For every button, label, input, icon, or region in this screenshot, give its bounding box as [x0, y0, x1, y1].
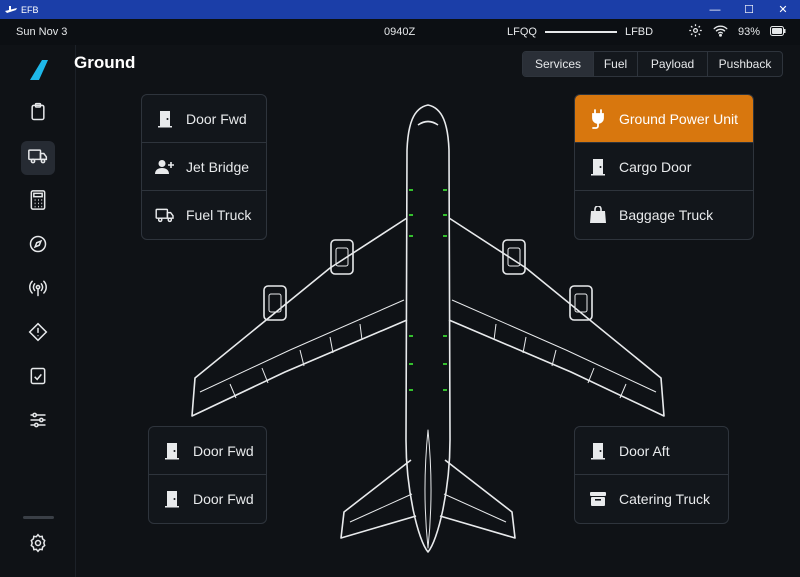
services-panel-top-left: Door Fwd Jet Bridge Fuel Truck — [141, 94, 267, 240]
service-label: Ground Power Unit — [619, 110, 739, 127]
services-panel-bottom-left: Door Fwd Door Fwd — [148, 426, 267, 524]
service-door-fwd[interactable]: Door Fwd — [142, 95, 266, 143]
service-cargo-door[interactable]: Cargo Door — [575, 143, 753, 191]
service-label: Catering Truck — [619, 491, 711, 507]
door-markers — [409, 189, 447, 391]
services-panel-bottom-right: Door Aft Catering Truck — [574, 426, 729, 524]
service-ground-power-unit[interactable]: Ground Power Unit — [575, 95, 753, 143]
service-fuel-truck[interactable]: Fuel Truck — [142, 191, 266, 239]
catering-box-icon — [588, 489, 608, 509]
service-label: Cargo Door — [619, 158, 692, 175]
plug-icon — [588, 108, 608, 129]
door-icon — [155, 109, 175, 129]
door-icon — [588, 157, 608, 177]
services-panel-top-right: Ground Power Unit Cargo Door Baggage Tru… — [574, 94, 754, 240]
door-icon — [588, 441, 608, 461]
service-label: Door Aft — [619, 442, 670, 459]
service-door-fwd[interactable]: Door Fwd — [149, 427, 266, 475]
service-door-fwd[interactable]: Door Fwd — [149, 475, 266, 523]
door-icon — [162, 489, 182, 509]
service-door-aft[interactable]: Door Aft — [575, 427, 728, 475]
service-jet-bridge[interactable]: Jet Bridge — [142, 143, 266, 191]
service-label: Door Fwd — [193, 442, 254, 459]
service-catering-truck[interactable]: Catering Truck — [575, 475, 728, 523]
service-label: Door Fwd — [193, 491, 254, 507]
truck-icon — [155, 205, 175, 225]
bag-icon — [588, 205, 608, 225]
service-baggage-truck[interactable]: Baggage Truck — [575, 191, 753, 239]
service-label: Baggage Truck — [619, 207, 714, 223]
door-icon — [162, 441, 182, 461]
service-label: Fuel Truck — [186, 207, 252, 223]
person-add-icon — [155, 157, 175, 177]
service-label: Door Fwd — [186, 110, 247, 127]
service-label: Jet Bridge — [186, 158, 250, 175]
